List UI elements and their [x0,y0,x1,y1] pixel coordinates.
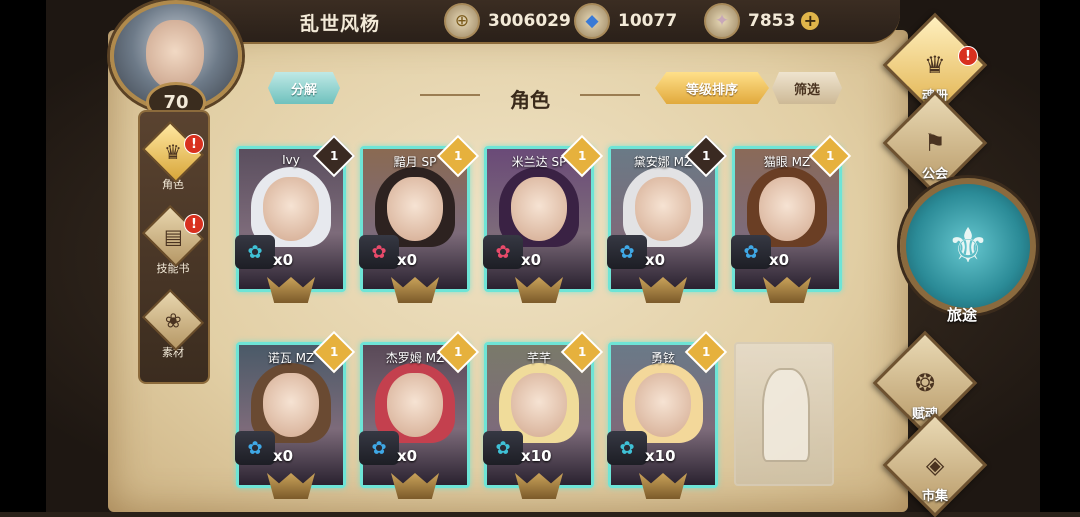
soul-gem-icon: ✿ [607,431,647,465]
title-ornament-right [580,94,640,96]
right-nav-label: 市集 [921,489,948,504]
card-face [511,373,567,437]
card-count: x10 [521,447,552,465]
card-face [635,177,691,241]
right-nav-market[interactable]: ◈ 市集 [882,412,988,517]
coin-icon: ⊕ [444,3,480,39]
soul-gem-icon: ✿ [483,235,523,269]
journey-button[interactable]: ⚜ 旅途 [900,168,1036,338]
right-nav-label: 赋魂 [911,407,938,422]
locked-card-slot[interactable] [734,342,834,486]
section-title: 角色 [510,88,550,112]
left-nav-materials[interactable]: ❀ 素材 [141,288,205,360]
soul-gem-icon: ✿ [235,431,275,465]
resource-crystals[interactable]: ◆ 10077 [574,3,678,39]
soul-gem-icon: ✿ [235,235,275,269]
coin-value: 3006029 [488,11,571,31]
alert-badge: ! [184,214,204,234]
card-count: x10 [645,447,676,465]
resource-gems[interactable]: ✦ 7853 + [704,3,820,39]
card-count: x0 [645,251,666,269]
sort-by-level-button[interactable]: 等级排序 [655,72,769,104]
screen-edge-right [1040,0,1080,512]
card-count: x0 [273,447,294,465]
card-face [511,177,567,241]
card-count: x0 [769,251,790,269]
screen-edge-left [0,0,46,512]
filter-button[interactable]: 筛选 [772,72,842,104]
player-name: 乱世风杨 [300,13,381,35]
character-card[interactable]: 猫眼 MZ 1 ✿ x0 [731,134,852,303]
add-gems-button[interactable]: + [801,12,820,30]
soul-gem-icon: ✿ [607,235,647,269]
resource-coins[interactable]: ⊕ 3006029 [444,3,571,39]
card-count: x0 [397,447,418,465]
gem-value: 7853 [748,11,796,31]
character-card[interactable]: 诺瓦 MZ 1 ✿ x0 [235,330,356,499]
character-card[interactable]: 黛安娜 MZ 1 ✿ x0 [607,134,728,303]
card-face [263,177,319,241]
card-face [387,373,443,437]
crystal-icon: ◆ [574,3,610,39]
title-ornament-left [420,94,480,96]
character-card[interactable]: 黯月 SP 1 ✿ x0 [359,134,480,303]
card-count: x0 [273,251,294,269]
soul-gem-icon: ✿ [483,431,523,465]
avatar-portrait [146,20,204,90]
journey-label: 旅途 [946,306,977,324]
card-face [263,373,319,437]
alert-badge: ! [184,134,204,154]
character-card[interactable]: 勇铉 1 ✿ x10 [607,330,728,499]
character-card[interactable]: 杰罗姆 MZ 1 ✿ x0 [359,330,480,499]
alert-badge: ! [958,46,978,66]
decompose-button[interactable]: 分解 [268,72,340,104]
card-count: x0 [521,251,542,269]
right-nav-empower[interactable]: ❂ 赋魂 [872,330,978,436]
soul-gem-icon: ✿ [359,235,399,269]
crystal-value: 10077 [618,11,678,31]
gem-icon: ✦ [704,3,740,39]
card-count: x0 [397,251,418,269]
locked-silhouette [762,368,810,462]
soul-gem-icon: ✿ [731,235,771,269]
character-card[interactable]: Ivy 1 ✿ x0 [235,134,356,303]
card-face [635,373,691,437]
journey-emblem-icon: ⚜ [900,178,1036,314]
card-face [387,177,443,241]
character-card[interactable]: 米兰达 SP 1 ✿ x0 [483,134,604,303]
soul-gem-icon: ✿ [359,431,399,465]
card-face [759,177,815,241]
character-card[interactable]: 芊芊 1 ✿ x10 [483,330,604,499]
